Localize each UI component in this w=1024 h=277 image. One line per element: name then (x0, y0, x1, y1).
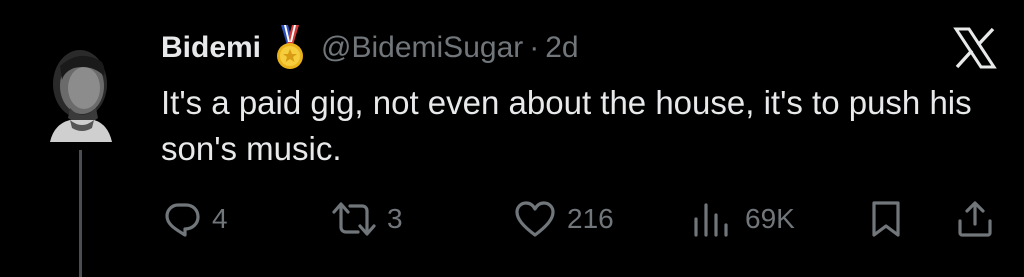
views-bars-icon (694, 203, 728, 237)
user-handle[interactable]: @BidemiSugar (321, 31, 523, 65)
reply-bubble-icon (165, 203, 200, 237)
repost-count: 3 (387, 203, 403, 234)
views-button[interactable]: 69K (691, 196, 795, 242)
share-button[interactable] (955, 196, 995, 242)
tweet-text: It's a paid gig, not even about the hous… (161, 84, 972, 167)
bookmark-button[interactable] (866, 196, 906, 242)
timestamp[interactable]: 2d (545, 31, 578, 65)
repost-arrows-icon (332, 202, 376, 236)
like-button[interactable]: 216 (513, 196, 614, 242)
like-count: 216 (567, 203, 614, 234)
gold-medal-icon (277, 25, 304, 69)
heart-icon (515, 201, 555, 237)
bookmark-icon (872, 201, 900, 237)
avatar[interactable] (44, 46, 116, 142)
views-count: 69K (745, 203, 795, 234)
action-bar: 4 3 216 69K (0, 196, 1024, 242)
tweet-header: Bidemi @BidemiSugar · 2d (161, 24, 579, 72)
separator-dot: · (529, 31, 540, 64)
display-name[interactable]: Bidemi (161, 31, 261, 65)
reply-count: 4 (212, 203, 228, 234)
repost-button[interactable]: 3 (331, 196, 403, 242)
reply-button[interactable]: 4 (162, 196, 228, 242)
share-upload-icon (958, 201, 992, 237)
x-logo-icon (953, 27, 997, 69)
